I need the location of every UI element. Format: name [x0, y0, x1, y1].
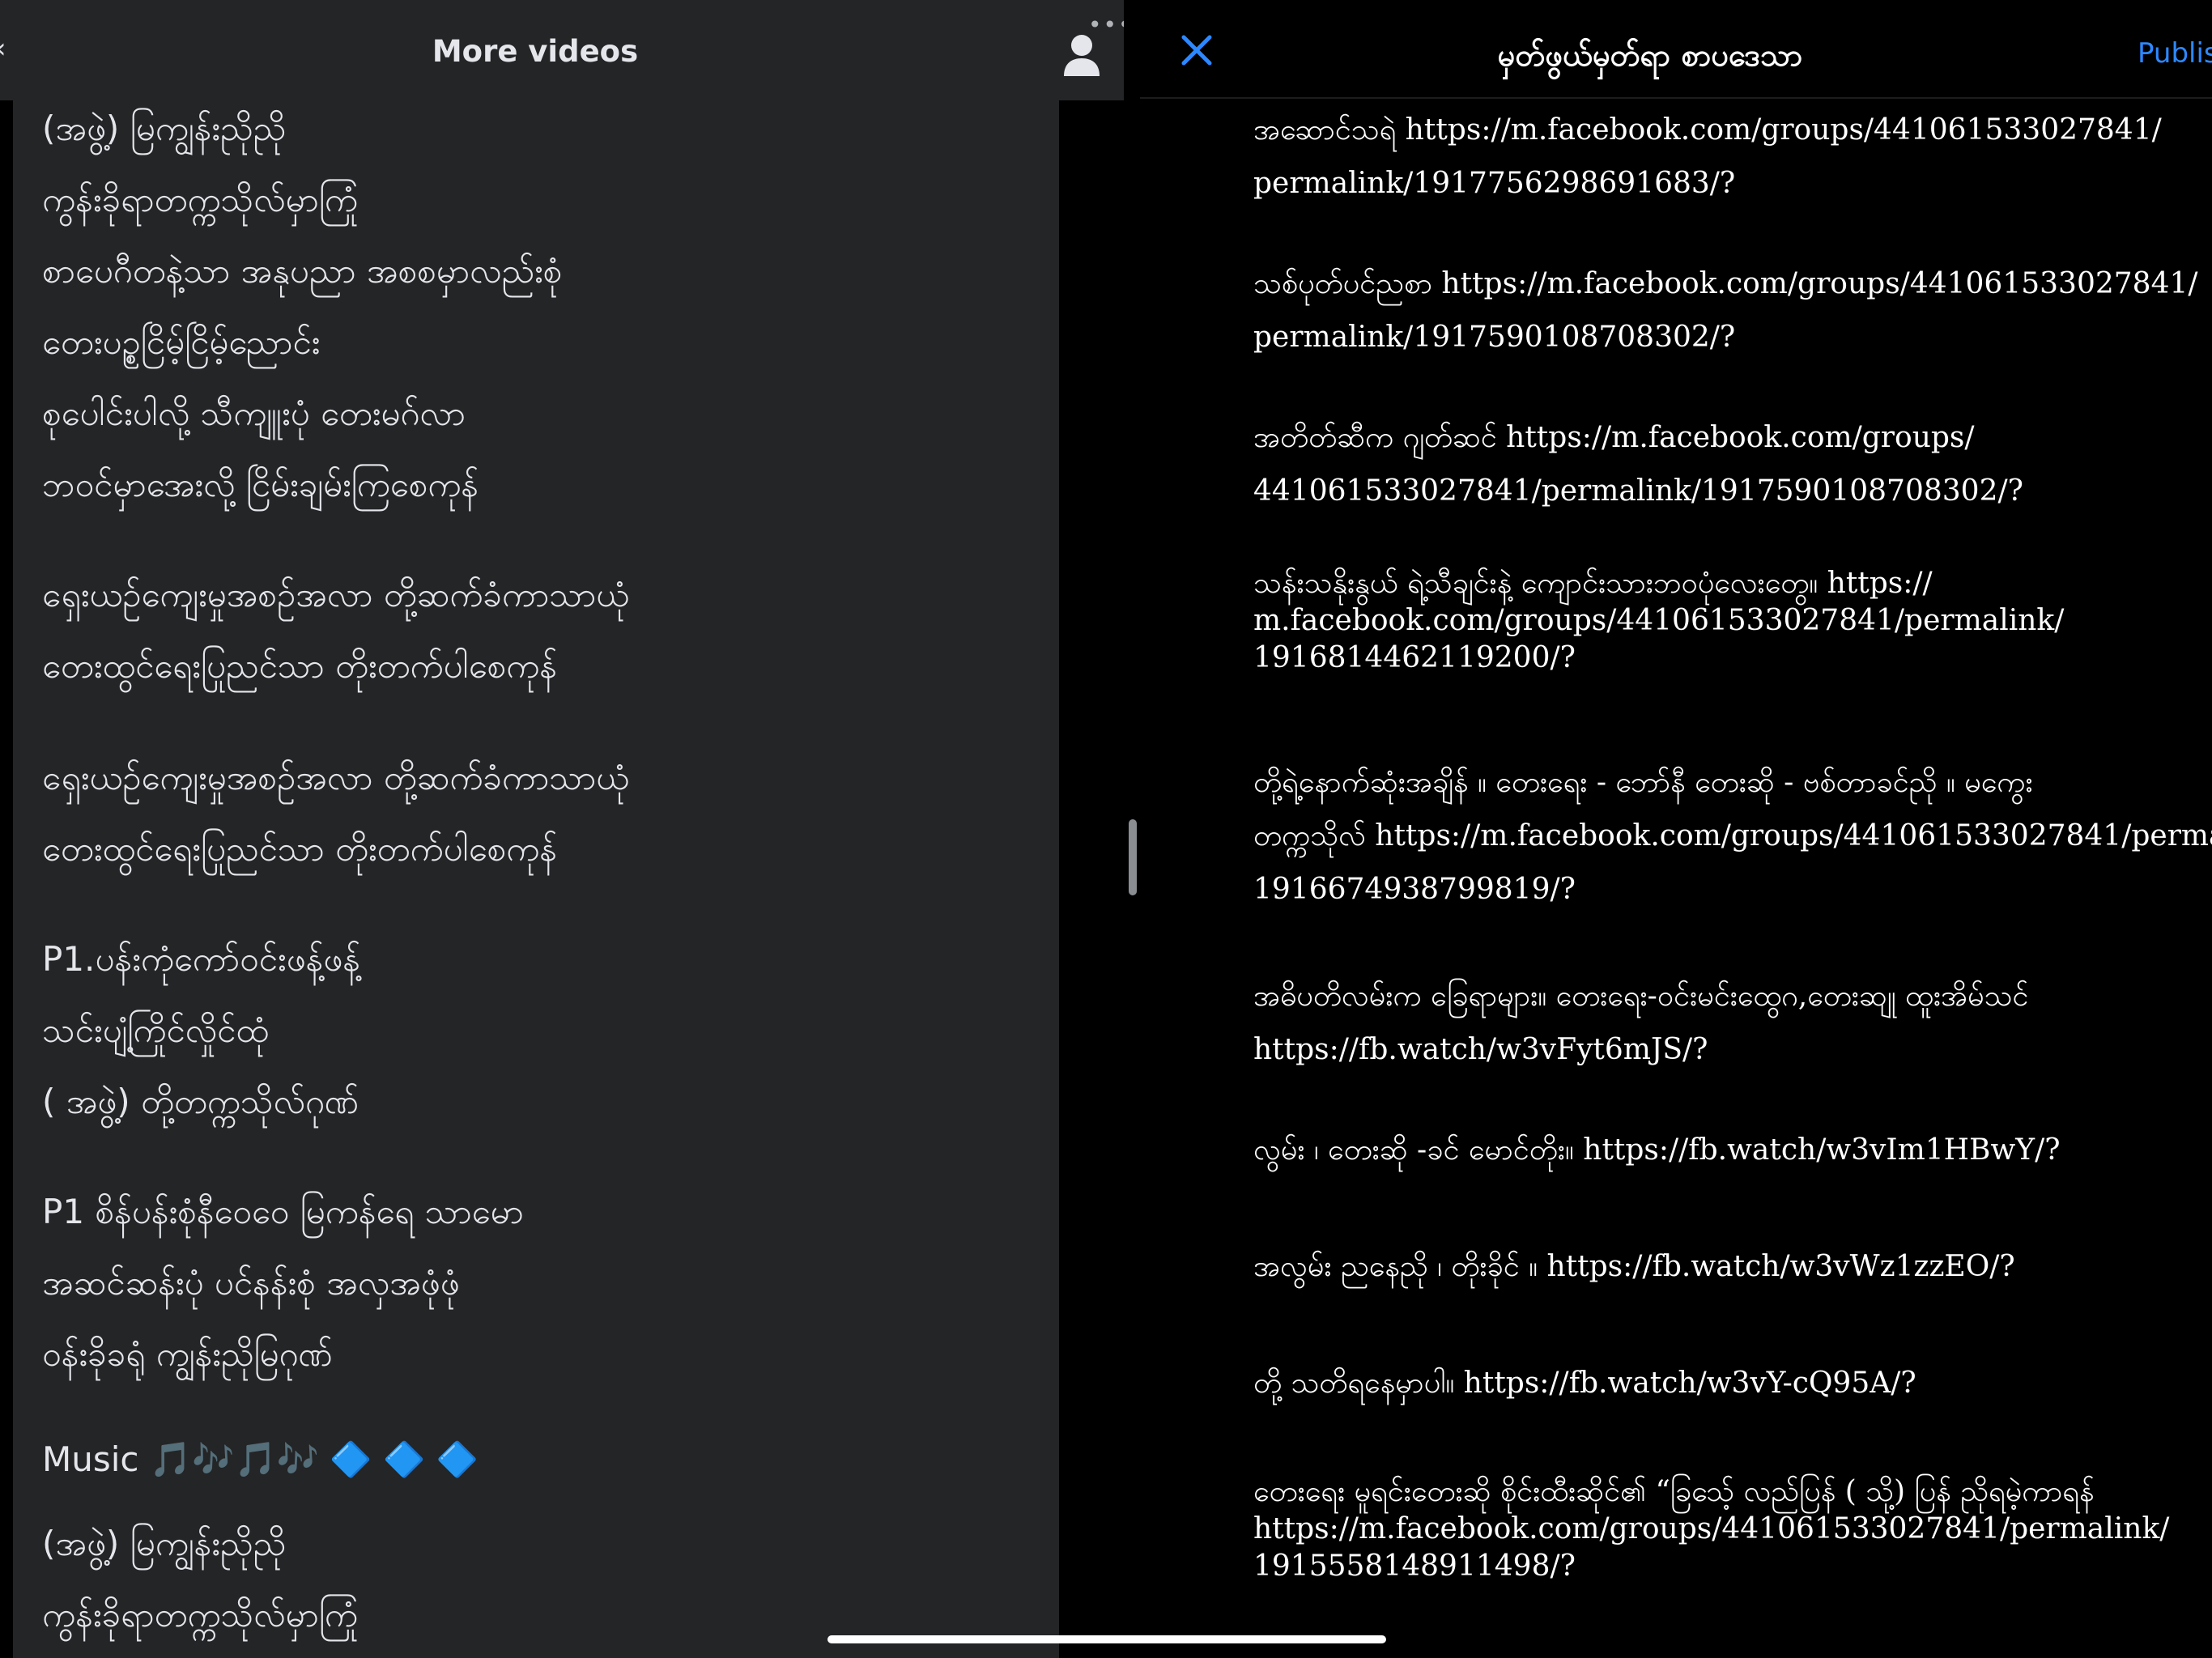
lyric-line: တေးပဉ္စငြိမ့်ငြိမ့်ညောင်း: [42, 322, 321, 362]
note-paragraph[interactable]: အဓိပတိလမ်းက ခြေရာများ။ တေးရေး-ဝင်းမင်းထွ…: [1253, 970, 2212, 1077]
lyric-line: (အဖွဲ့) မြကျွန်းညိုညို: [42, 1524, 287, 1563]
note-line: တို့ သတိရနေမှာပါ။ https://fb.watch/w3vY-…: [1253, 1367, 1916, 1400]
note-line: တို့ရဲ့နောက်ဆုံးအချိန် ။ တေးရေး - ဘော်နီ…: [1253, 766, 2033, 799]
lyric-line: စုပေါင်းပါလို့ သီကျူးပုံ တေးမဂ်လာ: [42, 393, 466, 433]
lyric-line: တေးထွင်ရေးပြုညင်သာ တိုးတက်ပါစေကုန်: [42, 829, 558, 869]
lyric-line: တေးထွင်ရေးပြုညင်သာ တိုးတက်ပါစေကုန်: [42, 646, 558, 686]
note-line: သစ်ပုတ်ပင်ညစာ https://m.facebook.com/gro…: [1253, 267, 2198, 300]
lyric-line: အဆင်ဆန်းပုံ ပင်နန်းစုံ အလှအဖုံဖုံ: [42, 1263, 460, 1303]
profile-icon[interactable]: [1061, 32, 1103, 78]
note-line: https://fb.watch/w3vFyt6mJS/?: [1253, 1033, 1708, 1066]
note-paragraph[interactable]: အဆောင်သရဲ https://m.facebook.com/groups/…: [1253, 104, 2212, 210]
split-handle[interactable]: [1129, 819, 1137, 895]
publish-button[interactable]: Publish: [2138, 37, 2212, 70]
lyric-line: ကွန်းခိုရာတက္ကသိုလ်မှာကြုံ: [42, 180, 358, 219]
left-pane: ‹ More videos ••• (အဖွဲ့) မြကျွန်းညိုညို…: [0, 0, 1125, 1658]
note-paragraph[interactable]: သစ်ပုတ်ပင်ညစာ https://m.facebook.com/gro…: [1253, 257, 2212, 364]
lyric-line: ဝန်းခိုခရုံ ကျွန်းညိုမြဂုဏ်: [42, 1334, 333, 1374]
lyric-line: ( အဖွဲ့) တို့တက္ကသိုလ်ဂုဏ်: [42, 1082, 359, 1121]
left-header: ‹ More videos •••: [0, 0, 1125, 100]
note-paragraph[interactable]: အတိတ်ဆီက ဂျတ်ဆင် https://m.facebook.com/…: [1253, 411, 2212, 518]
note-line: permalink/1917590108708302/?: [1253, 321, 1736, 354]
lyric-line: ရှေးယဉ်ကျေးမှုအစဉ်အလာ တို့ဆက်ခံကာသာယုံ: [42, 575, 629, 614]
right-pane: မှတ်ဖွယ်မှတ်ရာ စာပဒေသာ Publish အဆောင်သရဲ…: [1140, 0, 2212, 1658]
note-line: အဆောင်သရဲ https://m.facebook.com/groups/…: [1253, 113, 2162, 147]
note-line: အဓိပတိလမ်းက ခြေရာများ။ တေးရေး-ဝင်းမင်းထွ…: [1253, 980, 2029, 1013]
note-line: သန်းသနိုးနွယ် ရဲ့သီချင်းနဲ့ ကျောင်းသားဘဝ…: [1253, 567, 1933, 600]
note-line: အလွမ်း ညနေညို ၊ တိုးခိုင် ။ https://fb.w…: [1253, 1250, 2015, 1283]
lyric-line: P1.ပန်းကုံကော်ဝင်းဖန့်ဖန့်: [42, 939, 361, 979]
note-line: m.facebook.com/groups/441061533027841/pe…: [1253, 604, 2065, 637]
editor-header: မှတ်ဖွယ်မှတ်ရာ စာပဒေသာ Publish: [1140, 0, 2212, 99]
note-title: မှတ်ဖွယ်မှတ်ရာ စာပဒေသာ: [1497, 37, 1803, 73]
lyric-line: ရှေးယဉ်ကျေးမှုအစဉ်အလာ တို့ဆက်ခံကာသာယုံ: [42, 758, 629, 797]
lyric-line: P1 စိန်ပန်းစုံနီဝေဝေ မြကန်ရေ သာမော: [42, 1192, 524, 1231]
lyric-line: Music 🎵🎶🎵🎶 🔷 🔷 🔷: [42, 1439, 479, 1479]
note-line: 1915558148911498/?: [1253, 1550, 1576, 1583]
lyric-line: သင်းပျံ့ကြိုင်လှိုင်ထုံ: [42, 1010, 269, 1050]
lyric-line: (အဖွဲ့) မြကျွန်းညိုညို: [42, 108, 287, 148]
lyric-line: စာပေဂီတနဲ့သာ အနုပညာ အစစမှာလည်းစုံ: [42, 251, 563, 291]
note-paragraph[interactable]: သန်းသနိုးနွယ် ရဲ့သီချင်းနဲ့ ကျောင်းသားဘဝ…: [1253, 565, 2212, 677]
note-line: 1916814462119200/?: [1253, 641, 1576, 674]
close-icon[interactable]: [1180, 34, 1213, 66]
note-paragraph[interactable]: အလွမ်း ညနေညို ၊ တိုးခိုင် ။ https://fb.w…: [1253, 1240, 2212, 1294]
home-indicator[interactable]: [827, 1635, 1386, 1643]
note-line: https://m.facebook.com/groups/4410615330…: [1253, 1512, 2170, 1545]
note-line: တေးရေး မူရင်းတေးဆို စိုင်းထီးဆိုင်၏ “ခြသ…: [1253, 1475, 2095, 1508]
note-line: တက္ကသိုလ် https://m.facebook.com/groups/…: [1253, 819, 2212, 852]
note-line: 1916674938799819/?: [1253, 873, 1576, 906]
lyric-line: ဘဝင်မှာအေးလို့ ငြိမ်းချမ်းကြစေကုန်: [42, 465, 479, 504]
note-line: လွမ်း ၊ တေးဆို -ခင် မောင်တိုး။ https://f…: [1253, 1133, 2061, 1167]
note-line: 441061533027841/permalink/19175901087083…: [1253, 474, 2023, 508]
note-paragraph[interactable]: တေးရေး မူရင်းတေးဆို စိုင်းထီးဆိုင်၏ “ခြသ…: [1253, 1473, 2212, 1585]
video-description: (အဖွဲ့) မြကျွန်းညိုညိုကွန်းခိုရာတက္ကသိုလ…: [13, 100, 1059, 1658]
note-paragraph[interactable]: တို့ရဲ့နောက်ဆုံးအချိန် ။ တေးရေး - ဘော်နီ…: [1253, 756, 2212, 916]
note-line: permalink/1917756298691683/?: [1253, 167, 1736, 200]
lyric-line: ကွန်းခိုရာတက္ကသိုလ်မှာကြုံ: [42, 1595, 358, 1635]
page-title: More videos: [432, 34, 639, 69]
note-paragraph[interactable]: လွမ်း ၊ တေးဆို -ခင် မောင်တိုး။ https://f…: [1253, 1124, 2212, 1177]
note-line: အတိတ်ဆီက ဂျတ်ဆင် https://m.facebook.com/…: [1253, 421, 1975, 454]
note-paragraph[interactable]: တို့ သတိရနေမှာပါ။ https://fb.watch/w3vY-…: [1253, 1357, 2212, 1410]
